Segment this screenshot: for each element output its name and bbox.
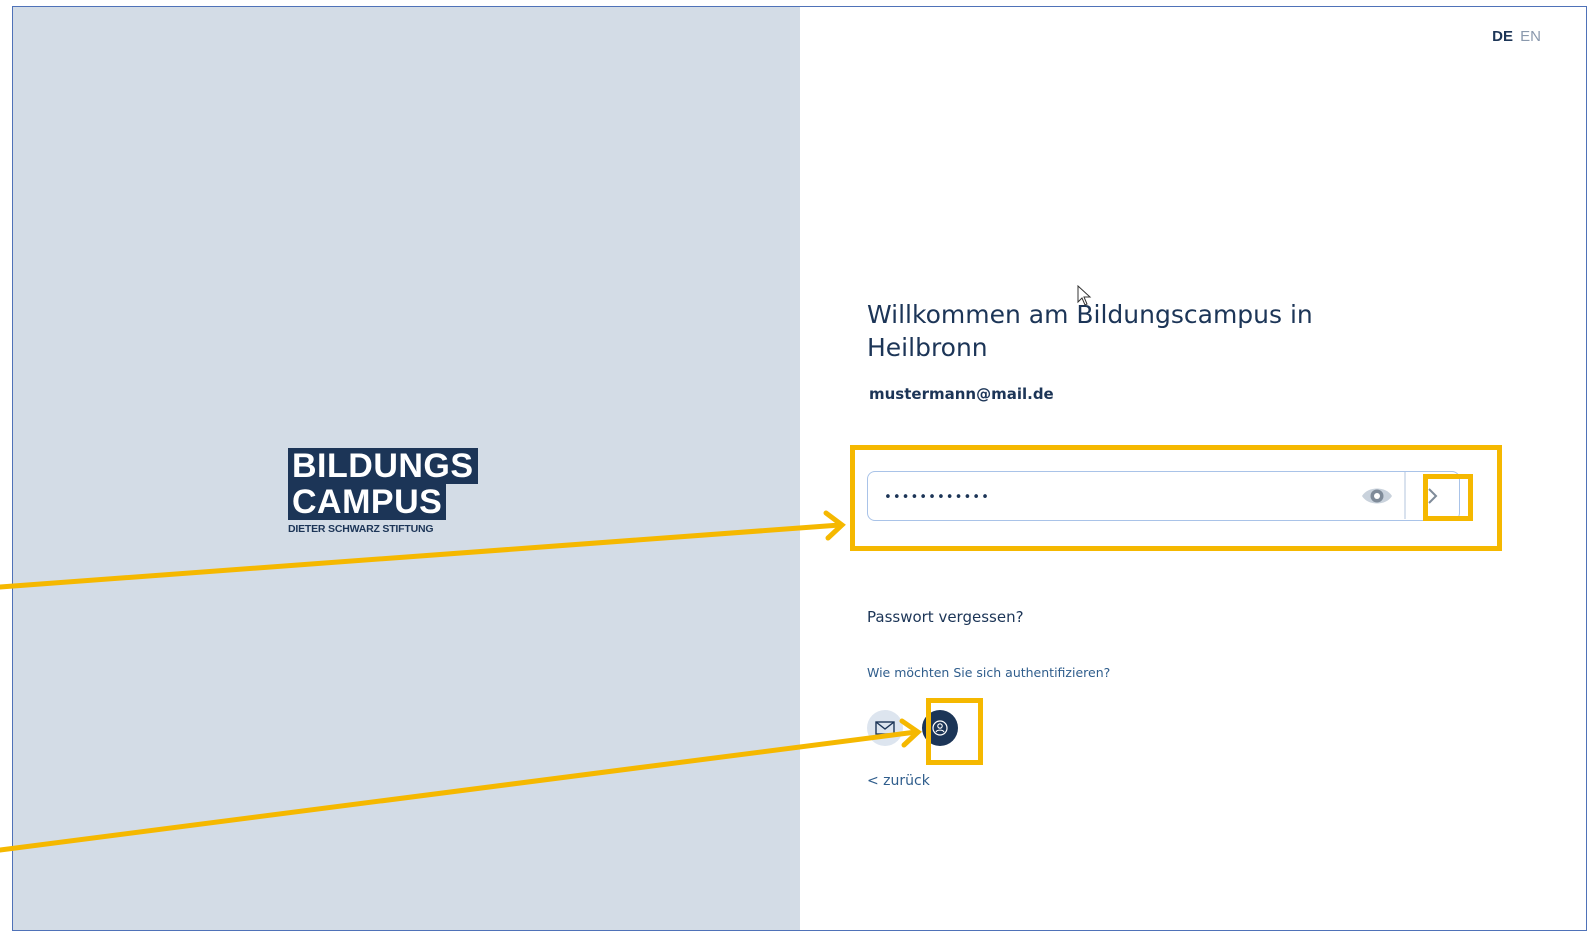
eye-icon[interactable] [1360,483,1394,509]
field-divider [1404,472,1406,519]
bildungscampus-logo: BILDUNGS CAMPUS DIETER SCHWARZ STIFTUNG [288,448,488,535]
passkey-icon [932,720,948,736]
logo-line-1: BILDUNGS [288,448,478,484]
mail-icon [875,721,895,735]
password-input[interactable] [882,482,1346,512]
submit-next-button[interactable] [1414,478,1452,514]
brand-panel: BILDUNGS CAMPUS DIETER SCHWARZ STIFTUNG [13,7,800,930]
password-field-group [867,471,1460,521]
forgot-password-link[interactable]: Passwort vergessen? [867,608,1024,626]
auth-email-option[interactable] [867,710,903,746]
logo-subtitle: DIETER SCHWARZ STIFTUNG [288,523,434,535]
account-email: mustermann@mail.de [869,385,1054,403]
lang-en-link[interactable]: EN [1520,28,1541,45]
language-switcher: DE EN [1492,28,1541,45]
auth-method-question: Wie möchten Sie sich authentifizieren? [867,665,1111,680]
auth-passkey-option[interactable] [922,710,958,746]
lang-de-link[interactable]: DE [1492,28,1513,45]
back-link[interactable]: < zurück [867,773,930,789]
chevron-right-icon [1428,488,1438,504]
login-form: Willkommen am Bildungscampus in Heilbron… [867,298,1507,789]
mouse-cursor-icon [1077,284,1093,311]
page-frame: BILDUNGS CAMPUS DIETER SCHWARZ STIFTUNG … [12,6,1587,931]
page-title: Willkommen am Bildungscampus in Heilbron… [867,300,1313,362]
logo-line-2: CAMPUS [288,484,447,520]
